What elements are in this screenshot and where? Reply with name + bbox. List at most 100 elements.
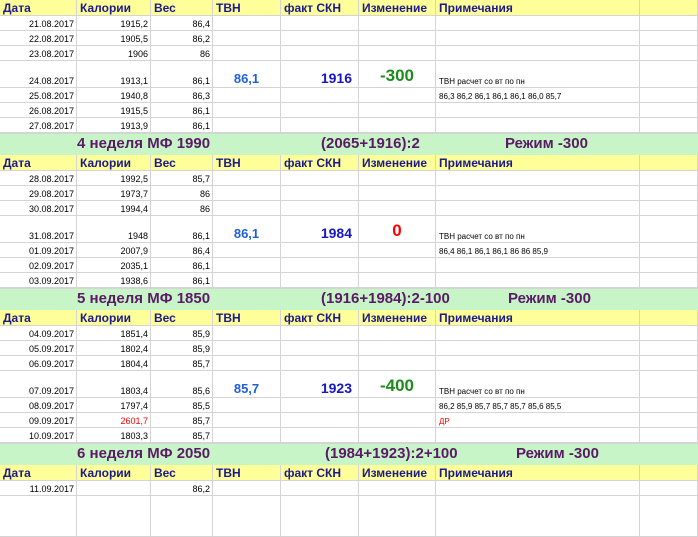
notes-cell[interactable] (436, 356, 640, 371)
calories-cell[interactable]: 2007,9 (77, 243, 151, 258)
skn-cell[interactable] (281, 273, 359, 288)
tvn-cell[interactable] (213, 258, 281, 273)
notes-cell[interactable] (436, 171, 640, 186)
change-cell[interactable] (359, 428, 436, 443)
date-cell[interactable]: 11.09.2017 (0, 481, 77, 496)
column-header-1[interactable]: Дата (0, 0, 77, 16)
skn-cell[interactable]: 1984 (281, 216, 359, 243)
tvn-cell[interactable] (213, 201, 281, 216)
date-cell[interactable]: 30.08.2017 (0, 201, 77, 216)
skn-cell[interactable] (281, 201, 359, 216)
calories-cell[interactable]: 1913,1 (77, 61, 151, 88)
column-header-3[interactable]: Вес (151, 465, 213, 481)
tvn-cell[interactable] (213, 273, 281, 288)
tvn-cell[interactable] (213, 186, 281, 201)
weight-cell[interactable]: 85,7 (151, 171, 213, 186)
change-cell[interactable] (359, 46, 436, 61)
calories-cell[interactable]: 2035,1 (77, 258, 151, 273)
weight-cell[interactable]: 86 (151, 186, 213, 201)
calories-cell[interactable]: 1797,4 (77, 398, 151, 413)
empty-cell[interactable] (640, 371, 698, 398)
weight-cell[interactable]: 86,2 (151, 481, 213, 496)
weight-cell[interactable]: 86,1 (151, 273, 213, 288)
calories-cell[interactable]: 1913,9 (77, 118, 151, 133)
skn-cell[interactable]: 1923 (281, 371, 359, 398)
change-cell[interactable] (359, 273, 436, 288)
empty-cell[interactable] (640, 243, 698, 258)
tvn-cell[interactable] (213, 341, 281, 356)
weight-cell[interactable]: 85,9 (151, 341, 213, 356)
calories-cell[interactable] (77, 481, 151, 496)
notes-cell[interactable] (436, 481, 640, 496)
notes-cell[interactable] (436, 428, 640, 443)
date-cell[interactable]: 25.08.2017 (0, 88, 77, 103)
notes-cell[interactable] (436, 258, 640, 273)
empty-cell[interactable] (640, 88, 698, 103)
notes-cell[interactable]: 86,3 86,2 86,1 86,1 86,1 86,0 85,7 (436, 88, 640, 103)
notes-cell[interactable] (436, 103, 640, 118)
weight-cell[interactable]: 85,6 (151, 371, 213, 398)
calories-cell[interactable]: 1948 (77, 216, 151, 243)
change-cell[interactable]: -300 (359, 61, 436, 88)
empty-cell[interactable] (281, 496, 359, 537)
weight-cell[interactable]: 86,1 (151, 258, 213, 273)
calories-cell[interactable]: 1938,6 (77, 273, 151, 288)
notes-cell[interactable]: ТВН расчет со вт по пн (436, 371, 640, 398)
empty-cell[interactable] (640, 356, 698, 371)
empty-cell[interactable] (151, 496, 213, 537)
empty-cell[interactable] (640, 496, 698, 537)
empty-cell[interactable] (640, 171, 698, 186)
skn-cell[interactable] (281, 118, 359, 133)
tvn-cell[interactable] (213, 16, 281, 31)
change-cell[interactable] (359, 356, 436, 371)
column-header-2[interactable]: Калории (77, 155, 151, 171)
weight-cell[interactable]: 85,7 (151, 413, 213, 428)
tvn-cell[interactable] (213, 88, 281, 103)
date-cell[interactable]: 21.08.2017 (0, 16, 77, 31)
tvn-cell[interactable] (213, 103, 281, 118)
skn-cell[interactable] (281, 398, 359, 413)
skn-cell[interactable] (281, 88, 359, 103)
column-header-7[interactable]: Примечания (436, 465, 640, 481)
notes-cell[interactable] (436, 326, 640, 341)
empty-cell[interactable] (0, 496, 77, 537)
tvn-cell[interactable] (213, 243, 281, 258)
change-cell[interactable] (359, 16, 436, 31)
notes-cell[interactable] (436, 273, 640, 288)
notes-cell[interactable] (436, 201, 640, 216)
tvn-cell[interactable] (213, 326, 281, 341)
change-cell[interactable] (359, 398, 436, 413)
date-cell[interactable]: 29.08.2017 (0, 186, 77, 201)
tvn-cell[interactable] (213, 118, 281, 133)
change-cell[interactable] (359, 481, 436, 496)
column-header-6[interactable]: Изменение (359, 0, 436, 16)
weight-cell[interactable]: 85,7 (151, 428, 213, 443)
column-header-3[interactable]: Вес (151, 310, 213, 326)
skn-cell[interactable] (281, 356, 359, 371)
skn-cell[interactable] (281, 481, 359, 496)
column-header-empty[interactable] (640, 310, 698, 326)
skn-cell[interactable] (281, 326, 359, 341)
tvn-cell[interactable] (213, 413, 281, 428)
weight-cell[interactable]: 86,1 (151, 61, 213, 88)
change-cell[interactable] (359, 258, 436, 273)
calories-cell[interactable]: 1973,7 (77, 186, 151, 201)
weight-cell[interactable]: 85,9 (151, 326, 213, 341)
weight-cell[interactable]: 85,5 (151, 398, 213, 413)
column-header-4[interactable]: ТВН (213, 465, 281, 481)
calories-cell[interactable]: 1915,2 (77, 16, 151, 31)
calories-cell[interactable]: 1803,4 (77, 371, 151, 398)
date-cell[interactable]: 28.08.2017 (0, 171, 77, 186)
skn-cell[interactable] (281, 103, 359, 118)
tvn-cell[interactable]: 86,1 (213, 216, 281, 243)
date-cell[interactable]: 31.08.2017 (0, 216, 77, 243)
skn-cell[interactable]: 1916 (281, 61, 359, 88)
date-cell[interactable]: 22.08.2017 (0, 31, 77, 46)
weight-cell[interactable]: 86,1 (151, 216, 213, 243)
empty-cell[interactable] (640, 46, 698, 61)
change-cell[interactable] (359, 326, 436, 341)
skn-cell[interactable] (281, 171, 359, 186)
date-cell[interactable]: 27.08.2017 (0, 118, 77, 133)
skn-cell[interactable] (281, 243, 359, 258)
column-header-2[interactable]: Калории (77, 0, 151, 16)
